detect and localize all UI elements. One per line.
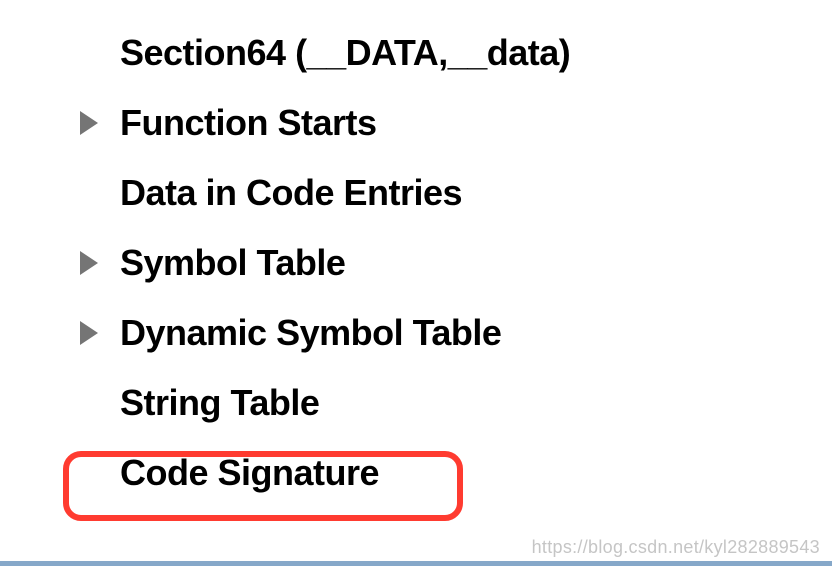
triangle-right-icon xyxy=(80,111,98,135)
tree-item-string-table[interactable]: String Table xyxy=(80,368,832,438)
tree-item-label: Code Signature xyxy=(120,452,379,494)
tree-item-label: Dynamic Symbol Table xyxy=(120,312,501,354)
tree-item-symbol-table[interactable]: Symbol Table xyxy=(80,228,832,298)
tree-item-label: Function Starts xyxy=(120,102,377,144)
triangle-right-icon xyxy=(80,251,98,275)
tree-item-function-starts[interactable]: Function Starts xyxy=(80,88,832,158)
tree-item-label: Section64 (__DATA,__data) xyxy=(120,32,570,74)
tree-item-label: Symbol Table xyxy=(120,242,345,284)
tree-item-code-signature[interactable]: Code Signature xyxy=(80,438,832,508)
disclosure-toggle[interactable] xyxy=(80,251,120,275)
bottom-border xyxy=(0,561,832,566)
disclosure-toggle[interactable] xyxy=(80,111,120,135)
watermark-text: https://blog.csdn.net/kyl282889543 xyxy=(532,537,820,558)
disclosure-toggle[interactable] xyxy=(80,321,120,345)
tree-item-section64[interactable]: Section64 (__DATA,__data) xyxy=(80,18,832,88)
tree-item-dynamic-symbol-table[interactable]: Dynamic Symbol Table xyxy=(80,298,832,368)
tree-item-data-in-code[interactable]: Data in Code Entries xyxy=(80,158,832,228)
triangle-right-icon xyxy=(80,321,98,345)
tree-item-label: String Table xyxy=(120,382,319,424)
tree-list: Section64 (__DATA,__data) Function Start… xyxy=(0,0,832,508)
tree-item-label: Data in Code Entries xyxy=(120,172,462,214)
